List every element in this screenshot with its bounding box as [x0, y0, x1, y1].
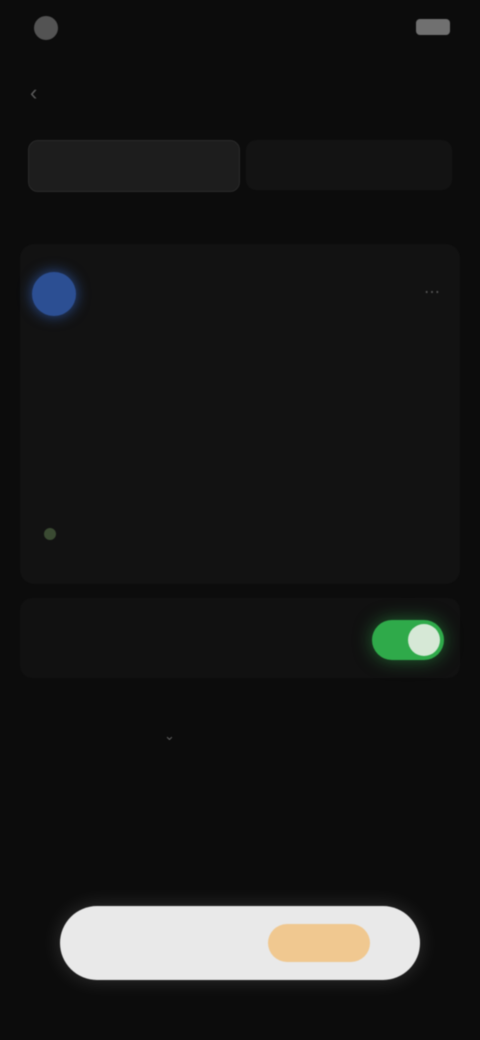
tab-primary[interactable]	[28, 140, 240, 192]
list-item	[46, 760, 386, 790]
setting-toggle[interactable]	[372, 620, 444, 660]
secondary-action-button[interactable]	[112, 906, 242, 980]
battery-icon	[416, 19, 450, 35]
tab-secondary[interactable]	[246, 140, 452, 190]
detail-list	[46, 760, 386, 850]
avatar[interactable]	[32, 272, 76, 316]
bottom-action-bar	[60, 906, 420, 980]
back-arrow-icon[interactable]: ‹	[30, 80, 56, 106]
post-meta	[44, 528, 64, 540]
list-item	[46, 820, 386, 850]
status-bar	[0, 0, 480, 60]
tab-bar	[28, 140, 452, 192]
status-indicator-icon	[34, 16, 58, 40]
primary-action-button[interactable]	[268, 924, 370, 962]
list-item	[46, 790, 386, 820]
toggle-knob	[408, 624, 440, 656]
chevron-down-icon[interactable]: ⌄	[164, 728, 175, 744]
meta-dot-icon	[44, 528, 56, 540]
more-options-icon[interactable]: ⋯	[424, 282, 440, 302]
post-card[interactable]	[20, 244, 460, 584]
